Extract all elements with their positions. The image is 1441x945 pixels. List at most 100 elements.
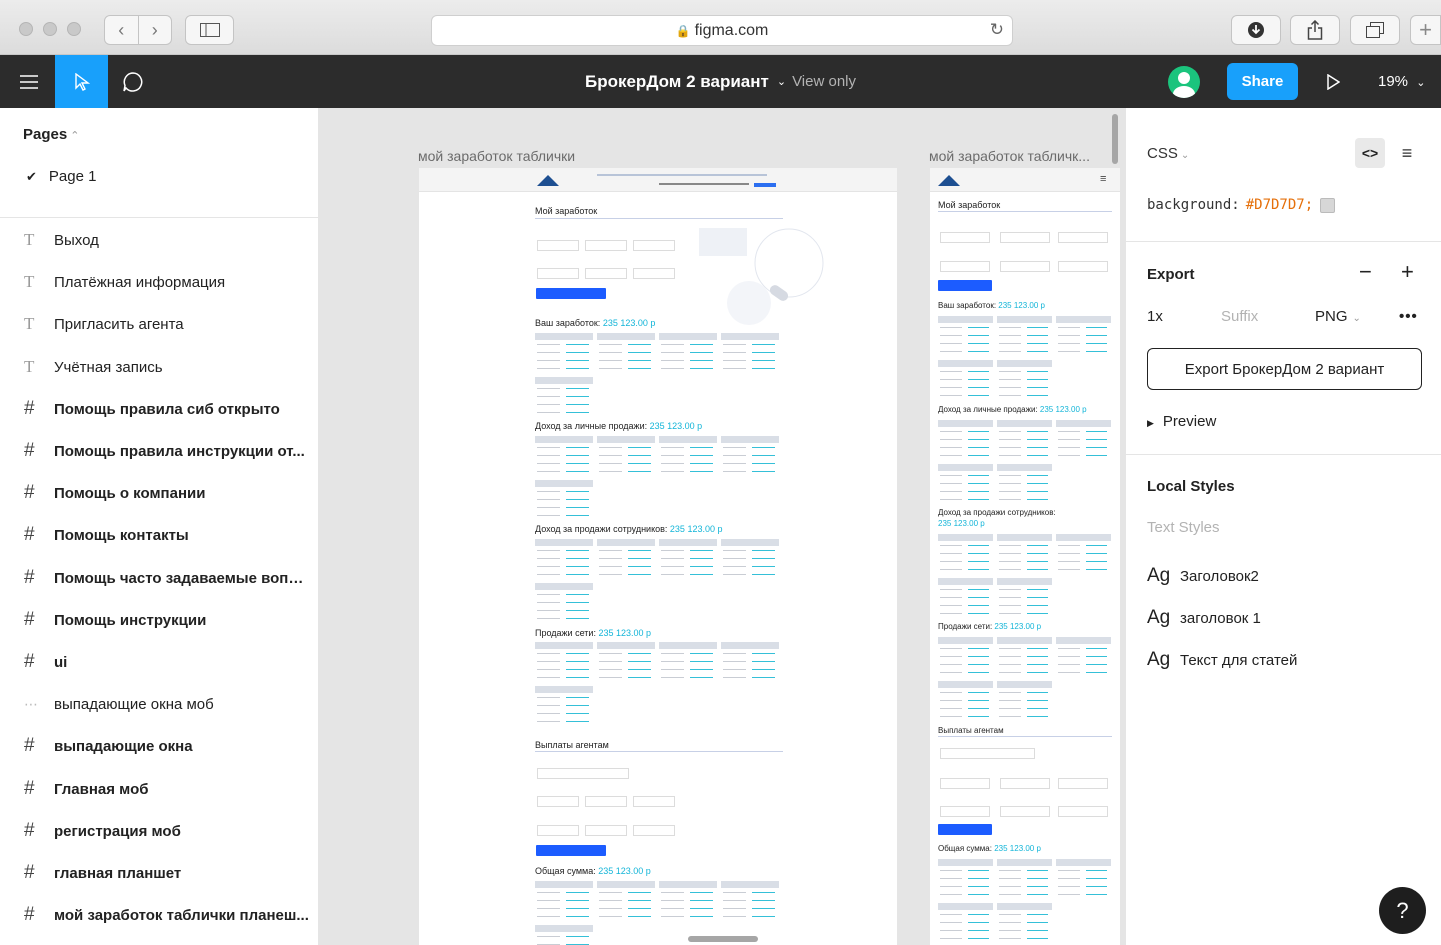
canvas[interactable]: мой заработок таблички мой заработок таб…	[319, 108, 1125, 945]
table-cell	[661, 550, 684, 551]
suffix-input[interactable]: Suffix	[1221, 308, 1258, 325]
frame-label[interactable]: мой заработок таблички	[418, 148, 575, 164]
frame-desktop[interactable]: Мой заработок Ваш заработок: 235 123.00 …	[419, 168, 897, 945]
view-mode-label: View only	[792, 73, 856, 90]
export-scale[interactable]: 1x	[1147, 308, 1163, 325]
table-cell	[1058, 343, 1080, 344]
layer-item[interactable]: # Помощь инструкции	[0, 599, 318, 641]
table-cell	[566, 936, 589, 937]
address-bar[interactable]: 🔒 figma.com ↻	[431, 15, 1013, 46]
url-text: figma.com	[694, 21, 769, 39]
horizontal-scrollbar[interactable]	[688, 936, 758, 942]
table-cell	[999, 716, 1021, 717]
layer-item[interactable]: # Помощь правила инструкции от...	[0, 430, 318, 472]
lock-icon: 🔒	[675, 23, 691, 38]
close-window-button[interactable]	[19, 22, 33, 36]
mock-input	[633, 825, 675, 836]
mock-header: ≡	[930, 168, 1120, 192]
table-cell	[752, 916, 775, 917]
minimize-window-button[interactable]	[43, 22, 57, 36]
code-language-dropdown[interactable]: CSS ⌄	[1147, 145, 1189, 162]
preview-toggle[interactable]: ▶ Preview	[1147, 413, 1216, 430]
text-style-name: Текст для статей	[1180, 651, 1298, 669]
export-button[interactable]: Export БрокерДом 2 вариант	[1147, 348, 1422, 390]
table-cell	[1085, 455, 1107, 456]
share-button[interactable]: Share	[1227, 63, 1298, 100]
reload-icon[interactable]: ↻	[990, 20, 1004, 40]
zoom-dropdown[interactable]: 19% ⌄	[1378, 73, 1425, 90]
table-cell	[940, 930, 962, 931]
mock-button	[938, 280, 992, 291]
chevron-down-icon: ⌄	[1180, 150, 1190, 161]
layer-item[interactable]: T Учётная запись	[0, 346, 318, 388]
layer-item[interactable]: # выпадающие окна	[0, 725, 318, 767]
table-cell	[752, 455, 775, 456]
table-cell	[1026, 930, 1048, 931]
layer-item[interactable]: T Пригласить агента	[0, 303, 318, 345]
back-icon[interactable]: ‹	[105, 16, 139, 44]
css-property[interactable]: background: #D7D7D7;	[1147, 197, 1336, 213]
vertical-scrollbar[interactable]	[1112, 114, 1118, 164]
forward-icon[interactable]: ›	[139, 16, 172, 44]
table-cell	[566, 892, 589, 893]
css-property-name: background:	[1147, 197, 1240, 213]
table-header	[997, 637, 1052, 644]
list-view-icon[interactable]: ≡	[1392, 138, 1422, 168]
new-tab-icon[interactable]: +	[1410, 15, 1441, 45]
mock-heading: Общая сумма: 235 123.00 р	[535, 866, 651, 876]
text-style-item[interactable]: Ag Текст для статей	[1147, 649, 1297, 671]
table-cell	[967, 387, 989, 388]
file-name[interactable]: БрокерДом 2 вариант	[585, 72, 769, 92]
format-dropdown[interactable]: PNG ⌄	[1315, 308, 1361, 325]
table-cell	[752, 892, 775, 893]
layer-item[interactable]: # главная планшет	[0, 852, 318, 894]
main-menu-icon[interactable]	[2, 55, 55, 108]
code-view-icon[interactable]: <>	[1355, 138, 1385, 168]
plus-icon[interactable]: +	[1401, 259, 1414, 285]
table-cell	[967, 613, 989, 614]
minus-icon[interactable]: −	[1359, 259, 1372, 285]
sidebar-toggle-icon[interactable]	[185, 15, 234, 45]
help-button[interactable]: ?	[1379, 887, 1426, 934]
frame-tablet[interactable]: ≡ Мой заработок Ваш заработок: 235 123.0…	[930, 168, 1120, 945]
page-item-page-1[interactable]: ✔ Page 1	[26, 168, 96, 185]
table-cell	[1058, 664, 1080, 665]
table-cell	[967, 447, 989, 448]
pages-header[interactable]: Pages ⌃	[23, 126, 79, 143]
layer-item[interactable]: # Помощь контакты	[0, 514, 318, 556]
user-avatar[interactable]	[1168, 66, 1200, 98]
text-style-item[interactable]: Ag заголовок 1	[1147, 607, 1261, 629]
layer-item[interactable]: T Выход	[0, 219, 318, 261]
move-tool-icon[interactable]	[55, 55, 108, 108]
table-cell	[999, 886, 1021, 887]
present-icon[interactable]	[1306, 55, 1359, 108]
table-cell	[537, 447, 560, 448]
layer-item[interactable]: ⋯ выпадающие окна моб	[0, 683, 318, 725]
zoom-window-button[interactable]	[67, 22, 81, 36]
table-cell	[1026, 938, 1048, 939]
layer-item[interactable]: # регистрация моб	[0, 810, 318, 852]
table-cell	[690, 352, 713, 353]
chevron-down-icon[interactable]: ⌄	[777, 75, 786, 88]
layer-item[interactable]: # Помощь часто задаваемые вопр...	[0, 557, 318, 599]
table-cell	[1026, 656, 1048, 657]
mock-input	[585, 268, 627, 279]
text-style-item[interactable]: Ag Заголовок2	[1147, 565, 1259, 587]
download-icon[interactable]	[1231, 15, 1281, 45]
frame-label[interactable]: мой заработок табличк...	[929, 148, 1090, 164]
mock-heading: Выплаты агентам	[938, 726, 1004, 735]
tabs-overview-icon[interactable]	[1350, 15, 1400, 45]
table-cell	[566, 558, 589, 559]
table-cell	[967, 371, 989, 372]
layer-item[interactable]: # ui	[0, 641, 318, 683]
layer-item[interactable]: T Платёжная информация	[0, 261, 318, 303]
layer-item[interactable]: # Помощь правила сиб открыто	[0, 388, 318, 430]
comment-tool-icon[interactable]	[106, 55, 159, 108]
mock-input	[537, 796, 579, 807]
layer-item[interactable]: # Главная моб	[0, 768, 318, 810]
table-cell	[940, 387, 962, 388]
layer-item[interactable]: # мой заработок таблички планеш...	[0, 894, 318, 936]
more-options-icon[interactable]: •••	[1399, 308, 1418, 325]
share-sheet-icon[interactable]	[1290, 15, 1340, 45]
layer-item[interactable]: # Помощь о компании	[0, 472, 318, 514]
